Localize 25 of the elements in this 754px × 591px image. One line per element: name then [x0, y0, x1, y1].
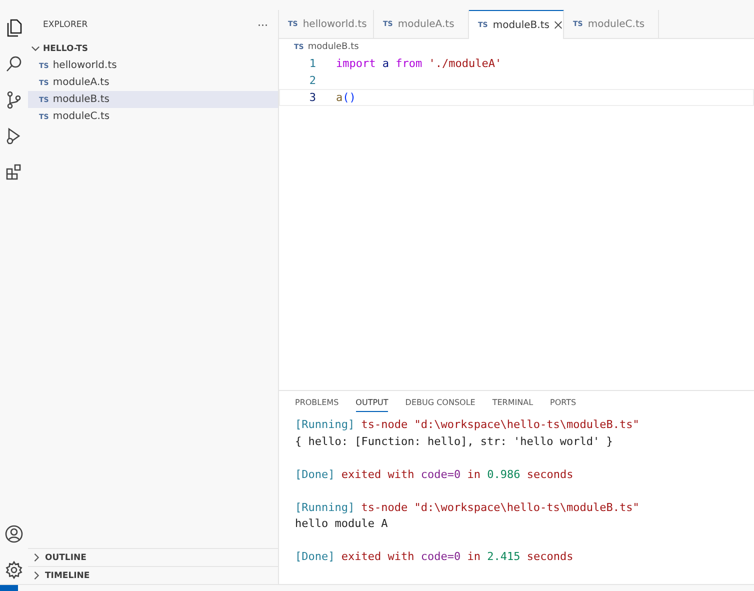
output-line: [Running] ts-node "d:\workspace\hello-ts\moduleB.ts"	[295, 500, 640, 514]
search-icon[interactable]	[4, 54, 24, 74]
output-line: [Done] exited with code=0 in 0.986 seconds	[295, 468, 574, 480]
more-actions-button[interactable]: ···	[258, 18, 268, 32]
folder-header[interactable]: HELLO-TS	[28, 40, 278, 57]
section-header[interactable]: OUTLINE	[28, 548, 278, 566]
settings-icon[interactable]	[4, 560, 24, 580]
line-number: 1	[308, 57, 316, 70]
code-line: a()	[336, 91, 356, 104]
panel-tab[interactable]: PORTS	[550, 397, 576, 411]
account-icon[interactable]	[4, 524, 24, 544]
panel-tab[interactable]: PROBLEMS	[295, 397, 339, 411]
sidebar-title: EXPLORER	[43, 20, 88, 30]
output-line: hello module A	[295, 517, 388, 530]
chevron-icon	[31, 44, 40, 53]
line-number: 3	[308, 91, 316, 104]
output-line: { hello: [Function: hello], str: 'hello world' }	[295, 434, 613, 448]
panel-tab[interactable]: DEBUG CONSOLE	[405, 397, 476, 411]
line-number: 2	[308, 74, 316, 87]
output-line: [Running] ts-node "d:\workspace\hello-ts\moduleB.ts"	[295, 418, 640, 431]
output-line: [Done] exited with code=0 in 2.415 seconds	[295, 550, 574, 563]
close-icon[interactable]	[554, 20, 563, 30]
code-line: import a from './moduleA'	[336, 57, 502, 70]
panel-tab[interactable]: OUTPUT	[356, 397, 388, 412]
panel-tab[interactable]: TERMINAL	[492, 397, 534, 411]
